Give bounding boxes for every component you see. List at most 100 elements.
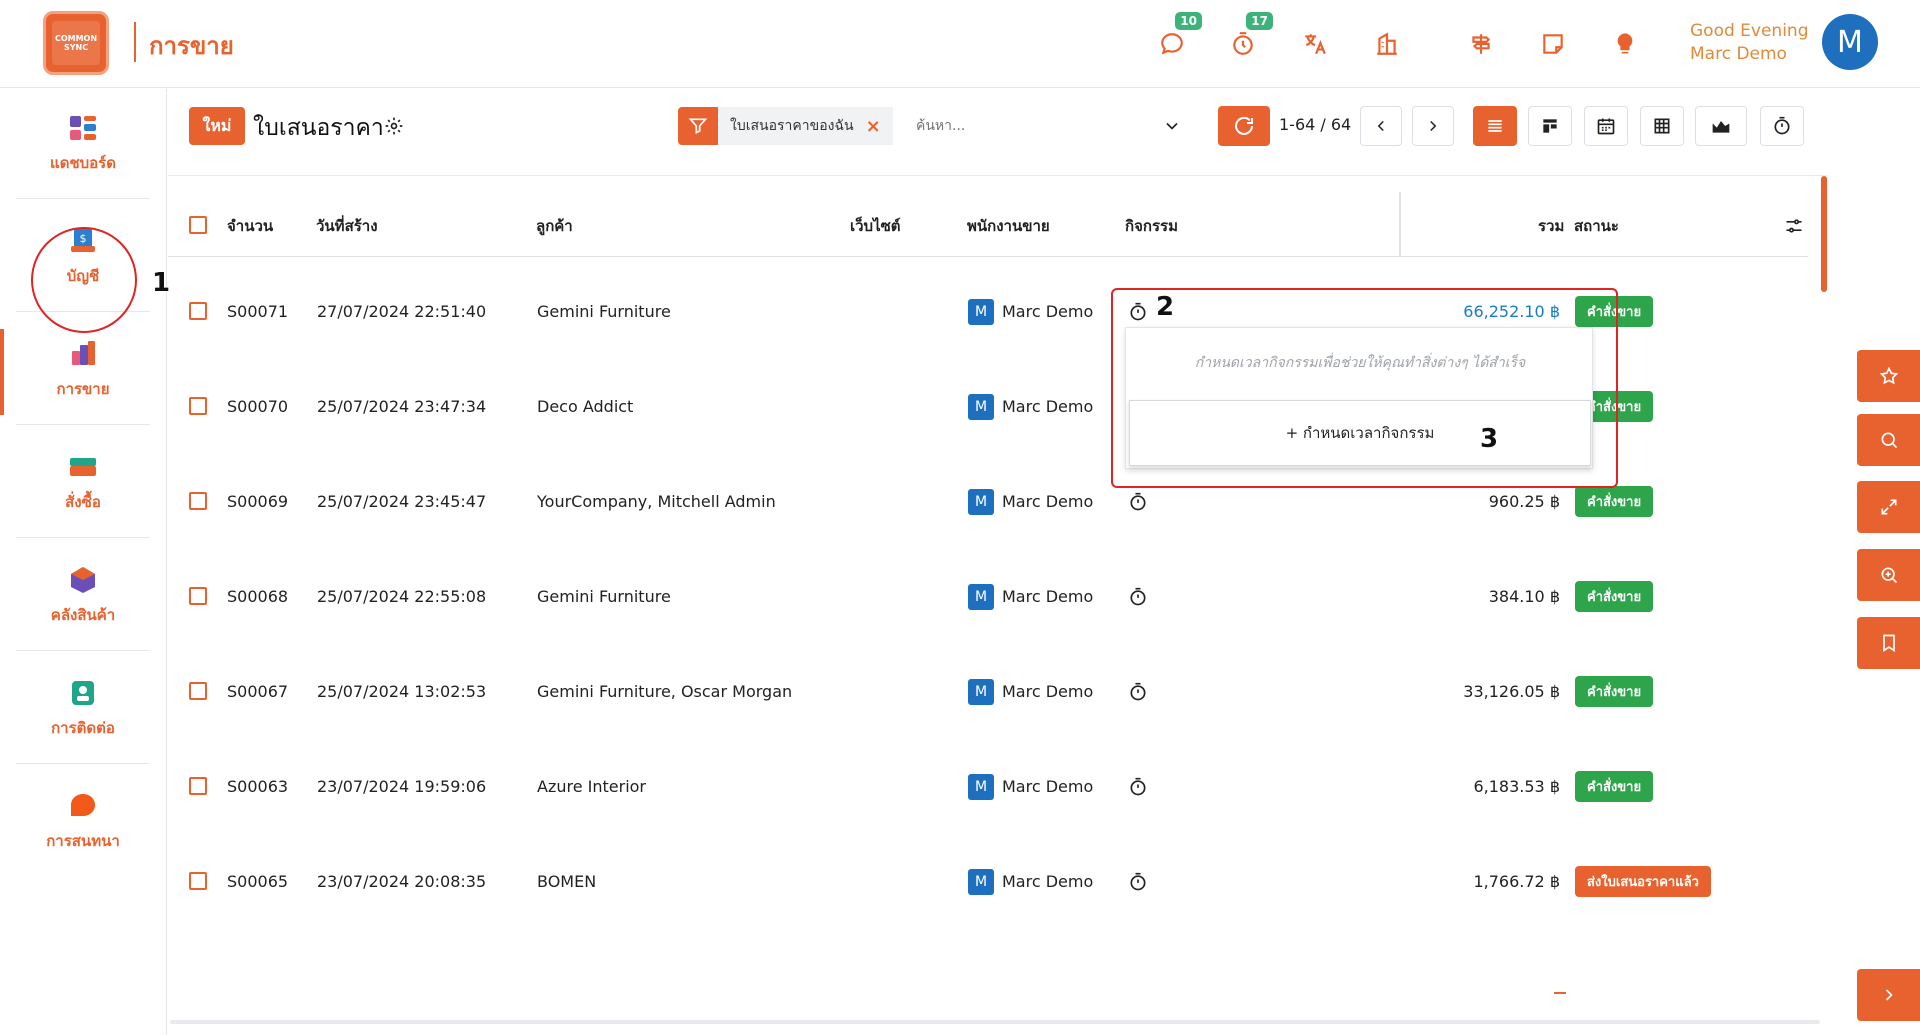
activity-clock-icon[interactable] (1128, 644, 1148, 739)
search-tool-button[interactable] (1857, 414, 1920, 466)
cell-salesperson[interactable]: M Marc Demo (968, 359, 1093, 454)
salesperson-avatar: M (968, 393, 994, 420)
filter-icon[interactable] (678, 107, 718, 145)
cell-total: 384.10 ฿ (1488, 587, 1560, 606)
row-checkbox[interactable] (189, 682, 207, 700)
cell-customer: BOMEN (537, 872, 597, 891)
cell-salesperson[interactable]: M Marc Demo (968, 549, 1093, 644)
row-checkbox[interactable] (189, 397, 207, 415)
kanban-icon (1543, 119, 1557, 133)
column-resize-handle[interactable] (1399, 192, 1401, 256)
column-header-status[interactable]: สถานะ (1574, 214, 1619, 238)
salesperson-avatar: M (968, 583, 994, 610)
cell-salesperson[interactable]: M Marc Demo (968, 739, 1093, 834)
bookmark-icon (1882, 634, 1895, 653)
search-facet: ใบเสนอราคาของฉัน × (718, 107, 893, 145)
select-all-checkbox[interactable] (189, 216, 207, 234)
activity-clock-icon[interactable] (1128, 739, 1148, 834)
cell-salesperson[interactable]: M Marc Demo (968, 644, 1093, 739)
chevron-down-icon[interactable] (1162, 116, 1182, 136)
salesperson-avatar: M (968, 773, 994, 800)
table-row[interactable]: S00067 25/07/2024 13:02:53 Gemini Furnitur… (168, 644, 1808, 739)
signpost-icon[interactable] (1465, 28, 1497, 60)
calendar-icon (1597, 118, 1615, 135)
sidebar-item-discuss[interactable]: การสนทนา (16, 767, 150, 877)
cell-number: S00070 (227, 397, 289, 416)
greeting-text: Good Evening (1690, 21, 1809, 41)
table-row[interactable]: S00068 25/07/2024 22:55:08 Gemini Furnitur… (168, 549, 1808, 644)
remove-facet-icon[interactable]: × (866, 116, 881, 137)
sales-icon (72, 340, 95, 365)
zoom-tool-button[interactable] (1857, 549, 1920, 601)
annotation-marker-2: 2 (1156, 292, 1175, 322)
row-checkbox[interactable] (189, 872, 207, 890)
sidebar-item-dashboard[interactable]: แดชบอร์ด (16, 89, 150, 199)
column-header-date[interactable]: วันที่สร้าง (316, 214, 378, 238)
lightbulb-icon[interactable] (1609, 28, 1641, 60)
graph-view-button[interactable] (1695, 106, 1747, 146)
column-header-number[interactable]: จำนวน (227, 214, 273, 238)
vertical-scrollbar[interactable] (1821, 176, 1827, 292)
row-checkbox[interactable] (189, 492, 207, 510)
table-row[interactable]: S00065 23/07/2024 20:08:35 BOMEN M Marc Demo… (168, 834, 1808, 929)
cell-number: S00069 (227, 492, 289, 511)
pager-next-button[interactable] (1412, 106, 1454, 146)
activity-clock-icon[interactable] (1128, 834, 1148, 929)
salesperson-avatar: M (968, 298, 994, 325)
column-header-website[interactable]: เว็บไซต์ (850, 214, 901, 238)
chat-icon[interactable]: 10 (1156, 12, 1202, 60)
pivot-view-button[interactable] (1640, 106, 1684, 146)
translate-icon[interactable] (1299, 28, 1331, 60)
column-header-customer[interactable]: ลูกค้า (536, 214, 573, 238)
brand-divider (134, 22, 136, 62)
app-logo[interactable]: COMMON SYNC (43, 11, 109, 75)
cell-salesperson[interactable]: M Marc Demo (968, 264, 1093, 359)
bookmark-tool-button[interactable] (1857, 617, 1920, 669)
cell-salesperson[interactable]: M Marc Demo (968, 454, 1093, 549)
sidebar-label-sales: การขาย (56, 379, 110, 398)
refresh-button[interactable] (1218, 106, 1270, 146)
table-row[interactable]: S00063 23/07/2024 19:59:06 Azure Interior M… (168, 739, 1808, 834)
toggle-panel-button[interactable] (1857, 969, 1920, 1021)
activity-timer-icon[interactable]: 17 (1227, 12, 1273, 60)
user-avatar[interactable]: M (1822, 14, 1878, 70)
horizontal-scrollbar[interactable] (170, 1020, 1820, 1024)
calendar-view-button[interactable] (1584, 106, 1628, 146)
cell-customer: Deco Addict (537, 397, 634, 416)
sidebar-item-purchase[interactable]: สั่งซื้อ (16, 428, 150, 538)
salesperson-name: Marc Demo (1002, 302, 1094, 321)
pager-value[interactable]: 1-64 / 64 (1279, 115, 1351, 134)
salesperson-avatar: M (968, 868, 994, 895)
gear-icon[interactable] (384, 116, 404, 136)
row-checkbox[interactable] (189, 587, 207, 605)
purchase-icon (70, 457, 96, 476)
optional-columns-icon[interactable] (1784, 216, 1804, 236)
sidebar-item-inventory[interactable]: คลังสินค้า (16, 541, 150, 651)
kanban-view-button[interactable] (1528, 106, 1572, 146)
search-input[interactable] (904, 107, 1184, 145)
new-button[interactable]: ใหม่ (189, 107, 245, 145)
salesperson-name: Marc Demo (1002, 872, 1094, 891)
cell-salesperson[interactable]: M Marc Demo (968, 834, 1093, 929)
activity-clock-icon[interactable] (1128, 549, 1148, 644)
company-icon[interactable] (1371, 28, 1403, 60)
salesperson-avatar: M (968, 488, 994, 515)
cell-date: 27/07/2024 22:51:40 (317, 302, 487, 321)
cell-number: S00063 (227, 777, 289, 796)
row-checkbox[interactable] (189, 777, 207, 795)
activity-view-button[interactable] (1760, 106, 1804, 146)
column-header-total[interactable]: รวม (1538, 214, 1564, 238)
column-header-salesperson[interactable]: พนักงานขาย (967, 214, 1050, 238)
column-header-activity[interactable]: กิจกรรม (1125, 214, 1178, 238)
salesperson-avatar: M (968, 678, 994, 705)
sidebar-item-contacts[interactable]: การติดต่อ (16, 654, 150, 764)
pager-previous-button[interactable] (1360, 106, 1402, 146)
row-checkbox[interactable] (189, 302, 207, 320)
expand-tool-button[interactable] (1857, 481, 1920, 533)
list-view-button[interactable] (1473, 106, 1517, 146)
status-badge: คำสั่งขาย (1575, 581, 1654, 612)
note-icon[interactable] (1537, 28, 1569, 60)
favorite-tool-button[interactable] (1857, 350, 1920, 402)
stopwatch-icon (1774, 116, 1790, 135)
cell-date: 25/07/2024 22:55:08 (317, 587, 487, 606)
